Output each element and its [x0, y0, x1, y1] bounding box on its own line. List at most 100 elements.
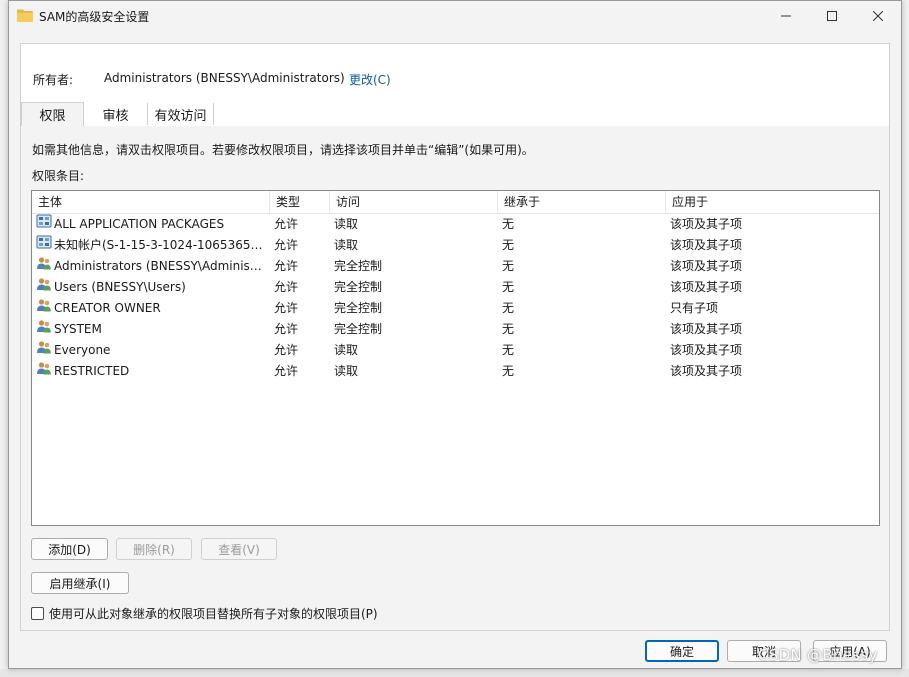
user-group-icon — [36, 340, 54, 361]
advanced-security-dialog: SAM的高级安全设置 所有者: Administrators (BNESSY\A… — [8, 0, 902, 669]
table-row[interactable]: Users (BNESSY\Users) 允许 完全控制 无 该项及其子项 — [32, 277, 879, 298]
permission-entries-list[interactable]: 主体 类型 访问 继承于 应用于 ALL APPLICATION PACKAGE… — [31, 190, 880, 526]
table-row[interactable]: SYSTEM 允许 完全控制 无 该项及其子项 — [32, 319, 879, 340]
user-group-icon — [36, 256, 54, 277]
tab-permissions[interactable]: 权限 — [21, 102, 84, 126]
principal-cell: SYSTEM — [36, 319, 268, 340]
permissions-tab-content: 如需其他信息，请双击权限项目。若要修改权限项目，请选择该项目并单击“编辑”(如果… — [21, 126, 889, 630]
applies-to-cell: 该项及其子项 — [670, 322, 743, 336]
principal-name: Users (BNESSY\Users) — [54, 280, 186, 294]
enable-inheritance-button[interactable]: 启用继承(I) — [31, 572, 129, 594]
table-row[interactable]: Everyone 允许 读取 无 该项及其子项 — [32, 340, 879, 361]
access-cell: 完全控制 — [334, 301, 383, 315]
info-text: 如需其他信息，请双击权限项目。若要修改权限项目，请选择该项目并单击“编辑”(如果… — [32, 143, 534, 157]
user-group-icon — [36, 277, 54, 298]
add-button[interactable]: 添加(D) — [31, 538, 108, 560]
inherited-from-cell: 无 — [502, 280, 515, 294]
column-header-type[interactable]: 类型 — [270, 191, 330, 213]
applies-to-cell: 该项及其子项 — [670, 217, 743, 231]
applies-to-cell: 只有子项 — [670, 301, 719, 315]
background-window-bottom — [0, 669, 909, 677]
inherited-from-cell: 无 — [502, 301, 515, 315]
minimize-button[interactable] — [763, 1, 809, 31]
background-window-right — [901, 0, 909, 677]
principal-cell: CREATOR OWNER — [36, 298, 268, 319]
owner-label: 所有者: — [33, 73, 74, 87]
inherited-from-cell: 无 — [502, 322, 515, 336]
list-header: 主体 类型 访问 继承于 应用于 — [32, 191, 879, 214]
table-row[interactable]: Administrators (BNESSY\Administrators) 允许… — [32, 256, 879, 277]
applies-to-cell: 该项及其子项 — [670, 259, 743, 273]
access-cell: 读取 — [334, 343, 359, 357]
tab-strip: 权限 审核 有效访问 — [21, 102, 889, 127]
column-header-applies-to[interactable]: 应用于 — [666, 191, 879, 213]
type-cell: 允许 — [274, 301, 299, 315]
principal-name: RESTRICTED — [54, 364, 130, 378]
type-cell: 允许 — [274, 322, 299, 336]
principal-cell: Administrators (BNESSY\Administrators) — [36, 256, 268, 277]
type-cell: 允许 — [274, 364, 299, 378]
folder-icon — [17, 9, 33, 22]
inherited-from-cell: 无 — [502, 343, 515, 357]
applies-to-cell: 该项及其子项 — [670, 343, 743, 357]
replace-child-permissions-label: 使用可从此对象继承的权限项目替换所有子对象的权限项目(P) — [49, 607, 378, 621]
type-cell: 允许 — [274, 238, 299, 252]
maximize-button[interactable] — [809, 1, 855, 31]
owner-value: Administrators (BNESSY\Administrators) — [104, 71, 345, 85]
principal-name: Everyone — [54, 343, 111, 357]
table-row[interactable]: RESTRICTED 允许 读取 无 该项及其子项 — [32, 361, 879, 382]
window-title: SAM的高级安全设置 — [39, 10, 150, 24]
tab-auditing[interactable]: 审核 — [84, 103, 148, 125]
access-cell: 读取 — [334, 364, 359, 378]
inherited-from-cell: 无 — [502, 217, 515, 231]
replace-child-permissions-checkbox[interactable] — [31, 607, 44, 620]
view-button[interactable]: 查看(V) — [201, 538, 277, 560]
principal-cell: 未知帐户(S-1-15-3-1024-1065365936... — [36, 235, 268, 256]
principal-cell: RESTRICTED — [36, 361, 268, 382]
close-icon — [873, 11, 883, 21]
tab-effective-access[interactable]: 有效访问 — [148, 103, 214, 125]
access-cell: 完全控制 — [334, 280, 383, 294]
access-cell: 读取 — [334, 238, 359, 252]
principal-name: CREATOR OWNER — [54, 301, 161, 315]
permission-entries-label: 权限条目: — [32, 169, 85, 183]
principal-name: 未知帐户(S-1-15-3-1024-1065365936... — [54, 238, 266, 252]
table-row[interactable]: CREATOR OWNER 允许 完全控制 无 只有子项 — [32, 298, 879, 319]
type-cell: 允许 — [274, 280, 299, 294]
column-header-inherited-from[interactable]: 继承于 — [498, 191, 666, 213]
type-cell: 允许 — [274, 217, 299, 231]
change-owner-link[interactable]: 更改(C) — [349, 71, 391, 88]
ok-button[interactable]: 确定 — [645, 640, 719, 662]
app-package-icon — [36, 235, 54, 256]
minimize-icon — [781, 15, 791, 17]
type-cell: 允许 — [274, 343, 299, 357]
content-panel: 所有者: Administrators (BNESSY\Administrato… — [20, 43, 890, 631]
principal-cell: Users (BNESSY\Users) — [36, 277, 268, 298]
type-cell: 允许 — [274, 259, 299, 273]
principal-name: SYSTEM — [54, 322, 102, 336]
user-group-icon — [36, 319, 54, 340]
user-group-icon — [36, 298, 54, 319]
access-cell: 完全控制 — [334, 259, 383, 273]
access-cell: 读取 — [334, 217, 359, 231]
principal-name: ALL APPLICATION PACKAGES — [54, 217, 225, 231]
replace-child-permissions-option[interactable]: 使用可从此对象继承的权限项目替换所有子对象的权限项目(P) — [31, 605, 378, 622]
applies-to-cell: 该项及其子项 — [670, 238, 743, 252]
applies-to-cell: 该项及其子项 — [670, 280, 743, 294]
table-row[interactable]: ALL APPLICATION PACKAGES 允许 读取 无 该项及其子项 — [32, 214, 879, 235]
close-button[interactable] — [855, 1, 901, 31]
access-cell: 完全控制 — [334, 322, 383, 336]
principal-cell: ALL APPLICATION PACKAGES — [36, 214, 268, 235]
principal-cell: Everyone — [36, 340, 268, 361]
maximize-icon — [827, 11, 837, 21]
column-header-access[interactable]: 访问 — [330, 191, 498, 213]
title-bar[interactable]: SAM的高级安全设置 — [9, 1, 901, 31]
remove-button[interactable]: 删除(R) — [116, 538, 192, 560]
watermark: CSDN @Bnessy — [758, 646, 878, 664]
applies-to-cell: 该项及其子项 — [670, 364, 743, 378]
inherited-from-cell: 无 — [502, 259, 515, 273]
table-row[interactable]: 未知帐户(S-1-15-3-1024-1065365936... 允许 读取 无 该项及… — [32, 235, 879, 256]
user-group-icon — [36, 361, 54, 382]
inherited-from-cell: 无 — [502, 364, 515, 378]
column-header-principal[interactable]: 主体 — [32, 191, 270, 213]
